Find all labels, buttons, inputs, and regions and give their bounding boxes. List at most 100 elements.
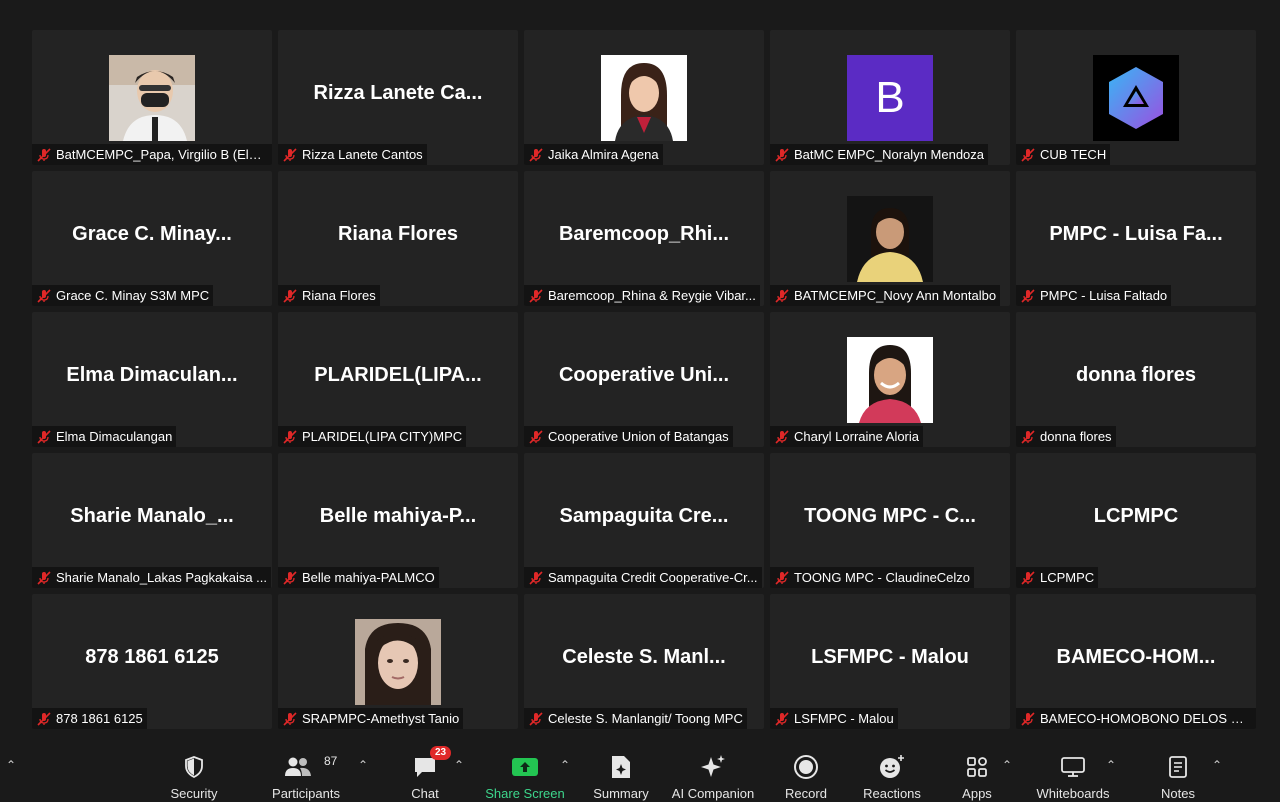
record-button[interactable]: Record (782, 752, 830, 802)
tile-display-name: Belle mahiya-P... (319, 505, 477, 527)
reactions-label: Reactions (863, 786, 921, 801)
tile-display-name: Celeste S. Manl... (562, 646, 726, 668)
participant-name: LCPMPC (1040, 570, 1095, 585)
chevron-up-icon[interactable]: ⌃ (356, 758, 370, 772)
video-tile[interactable]: B BatMC EMPC_Noralyn Mendoza (770, 30, 1010, 165)
whiteboards-label: Whiteboards (1036, 786, 1110, 801)
name-tag: 878 1861 6125 (32, 708, 147, 729)
ai-companion-button[interactable]: AI Companion (668, 752, 758, 802)
video-tile[interactable]: BatMCEMPC_Papa, Virgilio B (Elect... (32, 30, 272, 165)
tile-display-name: Sampaguita Cre... (559, 505, 729, 527)
video-tile[interactable]: Jaika Almira Agena (524, 30, 764, 165)
tile-display-name: Cooperative Uni... (558, 364, 730, 386)
participant-photo (847, 196, 933, 282)
name-tag: SRAPMPC-Amethyst Tanio (278, 708, 464, 729)
security-button[interactable]: Security (168, 752, 220, 802)
summary-label: Summary (593, 786, 649, 801)
participant-photo (355, 619, 441, 705)
video-tile[interactable]: Sampaguita Cre... Sampaguita Credit Coop… (524, 453, 764, 588)
name-tag: LCPMPC (1016, 567, 1099, 588)
video-tile[interactable]: Grace C. Minay... Grace C. Minay S3M MPC (32, 171, 272, 306)
share-screen-button[interactable]: Share Screen (484, 752, 566, 802)
name-tag: Jaika Almira Agena (524, 144, 663, 165)
video-tile[interactable]: Sharie Manalo_... Sharie Manalo_Lakas Pa… (32, 453, 272, 588)
video-tile[interactable]: Celeste S. Manl... Celeste S. Manlangit/… (524, 594, 764, 729)
video-tile[interactable]: TOONG MPC - C... TOONG MPC - ClaudineCel… (770, 453, 1010, 588)
video-tile[interactable]: Belle mahiya-P... Belle mahiya-PALMCO (278, 453, 518, 588)
video-tile[interactable]: PLARIDEL(LIPA... PLARIDEL(LIPA CITY)MPC (278, 312, 518, 447)
chevron-up-icon[interactable]: ⌃ (558, 758, 572, 772)
summary-button[interactable]: Summary (590, 752, 652, 802)
video-tile[interactable]: Riana Flores Riana Flores (278, 171, 518, 306)
chevron-up-icon[interactable]: ⌃ (452, 758, 466, 772)
video-tile[interactable]: PMPC - Luisa Fa... PMPC - Luisa Faltado (1016, 171, 1256, 306)
video-tile[interactable]: BATMCEMPC_Novy Ann Montalbo (770, 171, 1010, 306)
tile-display-name: 878 1861 6125 (85, 646, 219, 668)
participant-name: Sampaguita Credit Cooperative-Cr... (548, 570, 758, 585)
mic-muted-icon (775, 429, 789, 444)
video-tile[interactable]: CUB TECH (1016, 30, 1256, 165)
name-tag: BatMCEMPC_Papa, Virgilio B (Elect... (32, 144, 272, 165)
reactions-button[interactable]: Reactions (862, 752, 922, 802)
participant-name: BatMCEMPC_Papa, Virgilio B (Elect... (56, 147, 268, 162)
participant-photo (109, 55, 195, 141)
participant-name: donna flores (1040, 429, 1112, 444)
name-tag: Belle mahiya-PALMCO (278, 567, 439, 588)
mic-muted-icon (1021, 429, 1035, 444)
whiteboards-button[interactable]: Whiteboards (1032, 752, 1114, 802)
name-tag: PLARIDEL(LIPA CITY)MPC (278, 426, 467, 447)
video-tile[interactable]: Elma Dimaculan... Elma Dimaculangan (32, 312, 272, 447)
name-tag: Charyl Lorraine Aloria (770, 426, 924, 447)
chevron-up-icon[interactable]: ⌃ (1210, 758, 1224, 772)
apps-button[interactable]: Apps (956, 752, 998, 802)
summary-icon (612, 756, 630, 778)
video-tile[interactable]: SRAPMPC-Amethyst Tanio (278, 594, 518, 729)
security-label: Security (170, 786, 218, 801)
tile-display-name: Elma Dimaculan... (66, 364, 238, 386)
video-tile[interactable]: donna flores donna flores (1016, 312, 1256, 447)
video-tile[interactable]: Rizza Lanete Ca... Rizza Lanete Cantos (278, 30, 518, 165)
video-tile[interactable]: 878 1861 6125 878 1861 6125 (32, 594, 272, 729)
mic-muted-icon (283, 711, 297, 726)
video-tile[interactable]: LSFMPC - Malou LSFMPC - Malou (770, 594, 1010, 729)
mic-muted-icon (1021, 288, 1035, 303)
mic-muted-icon (37, 288, 51, 303)
video-tile[interactable]: BAMECO-HOM... BAMECO-HOMOBONO DELOS RE..… (1016, 594, 1256, 729)
chat-button[interactable]: 23 Chat (404, 746, 452, 802)
participant-name: Grace C. Minay S3M MPC (56, 288, 210, 303)
tile-display-name: Baremcoop_Rhi... (558, 223, 730, 245)
name-tag: BAMECO-HOMOBONO DELOS RE... (1016, 708, 1256, 729)
participants-icon (285, 757, 311, 776)
name-tag: BATMCEMPC_Novy Ann Montalbo (770, 285, 1001, 306)
name-tag: Rizza Lanete Cantos (278, 144, 427, 165)
mic-muted-icon (283, 147, 297, 162)
tile-display-name: Grace C. Minay... (72, 223, 232, 245)
video-tile[interactable]: Charyl Lorraine Aloria (770, 312, 1010, 447)
mic-muted-icon (529, 429, 543, 444)
mic-muted-icon (283, 570, 297, 585)
participant-name: TOONG MPC - ClaudineCelzo (794, 570, 971, 585)
tile-display-name: Rizza Lanete Ca... (313, 82, 483, 104)
chevron-up-icon[interactable]: ⌃ (4, 758, 18, 772)
mic-muted-icon (529, 570, 543, 585)
participant-name: BAMECO-HOMOBONO DELOS RE... (1040, 711, 1252, 726)
tile-display-name: BAMECO-HOM... (1056, 646, 1216, 668)
name-tag: BatMC EMPC_Noralyn Mendoza (770, 144, 989, 165)
meeting-toolbar: ⌃ Security 87 Participants ⌃ 23 Chat ⌃ S… (0, 742, 1280, 802)
participant-name: Belle mahiya-PALMCO (302, 570, 435, 585)
mic-muted-icon (37, 147, 51, 162)
chat-unread-badge: 23 (430, 746, 452, 760)
video-tile[interactable]: Cooperative Uni... Cooperative Union of … (524, 312, 764, 447)
name-tag: PMPC - Luisa Faltado (1016, 285, 1172, 306)
mic-muted-icon (37, 570, 51, 585)
video-tile[interactable]: Baremcoop_Rhi... Baremcoop_Rhina & Reygi… (524, 171, 764, 306)
participant-name: Sharie Manalo_Lakas Pagkakaisa ... (56, 570, 268, 585)
mic-muted-icon (283, 429, 297, 444)
notes-button[interactable]: Notes (1156, 752, 1200, 802)
ai-companion-label: AI Companion (671, 786, 755, 801)
video-tile[interactable]: LCPMPC LCPMPC (1016, 453, 1256, 588)
chevron-up-icon[interactable]: ⌃ (1104, 758, 1118, 772)
chevron-up-icon[interactable]: ⌃ (1000, 758, 1014, 772)
tile-display-name: TOONG MPC - C... (804, 505, 976, 527)
participants-button[interactable]: 87 Participants (270, 752, 342, 802)
